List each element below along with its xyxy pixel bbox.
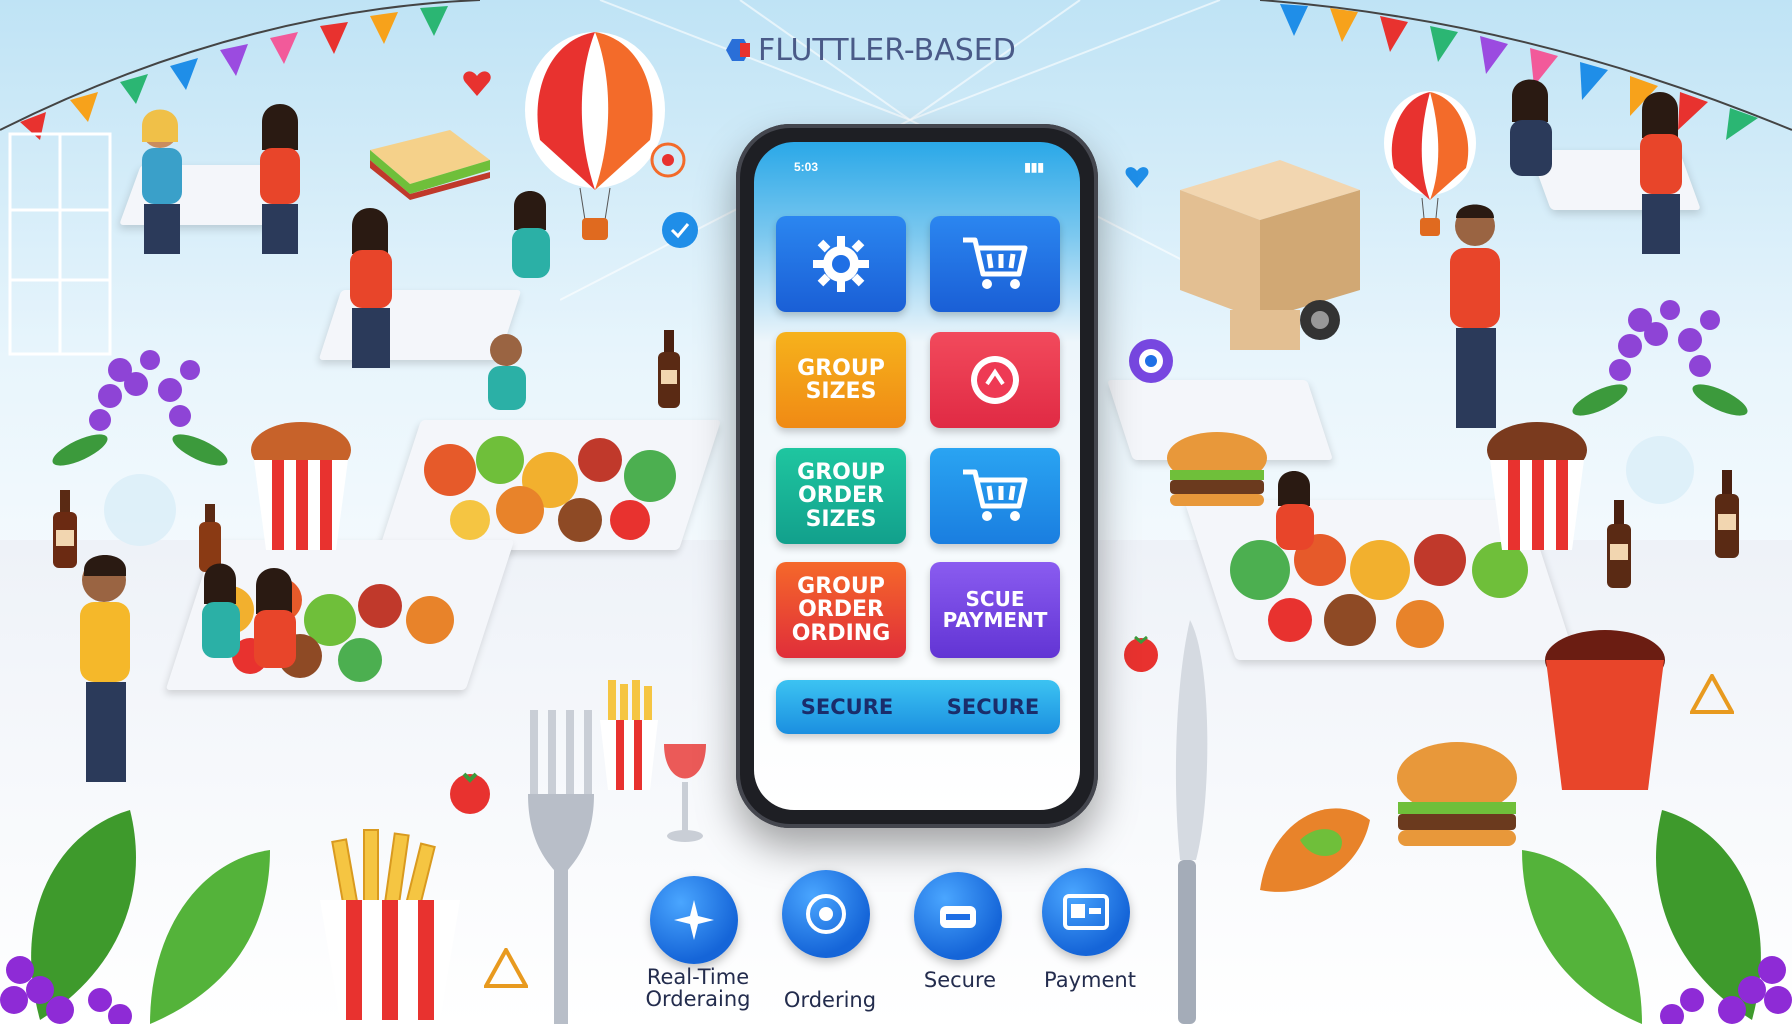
croissant — [1260, 808, 1370, 892]
feature-realtime-button[interactable] — [650, 876, 738, 964]
cart-icon — [963, 237, 1028, 289]
wine-glass — [664, 744, 706, 842]
tile-group-order-sizes[interactable]: GROUP ORDER SIZES — [776, 448, 906, 544]
status-indicators: ▮▮▮ — [1024, 160, 1044, 174]
illustration-scene: FLUTTLER-BASED 5:03 ▮▮▮ GROUP SIZES GROU… — [0, 0, 1792, 1024]
secure-button-right[interactable]: SECURE — [930, 680, 1056, 734]
food-platter-left — [424, 436, 676, 542]
tile-group-order-sizes-label: GROUP ORDER SIZES — [797, 460, 885, 532]
brand-title: FLUTTLER-BASED — [758, 32, 1016, 68]
tile-scue-payment[interactable]: SCUE PAYMENT — [930, 562, 1060, 658]
tile-group-sizes-label: GROUP SIZES — [797, 355, 885, 404]
diners-back-left — [142, 104, 300, 254]
gear-icon — [813, 236, 869, 292]
tile-group-order-ordring[interactable]: GROUP ORDER ORDING — [776, 562, 906, 658]
knife — [1175, 620, 1208, 1024]
tile-location[interactable] — [930, 332, 1060, 428]
feature-secure-button[interactable] — [914, 872, 1002, 960]
tile-group-order-ordring-label: GROUP ORDER ORDING — [791, 574, 891, 646]
target-icon — [806, 894, 846, 934]
brand-header: FLUTTLER-BASED — [722, 30, 1016, 70]
tile-settings[interactable] — [776, 216, 906, 312]
secure-button-left[interactable]: SECURE — [784, 680, 910, 734]
tile-group-sizes[interactable]: GROUP SIZES — [776, 332, 906, 428]
sandwich — [370, 130, 490, 200]
delivery-boxes — [1180, 160, 1360, 350]
flower-vase-left — [52, 350, 228, 546]
status-time: 5:03 — [794, 160, 819, 174]
location-pin-icon — [971, 356, 1019, 404]
leaves-bottom-right — [1522, 810, 1792, 1024]
tomato — [450, 772, 490, 814]
diner-right-table — [1276, 471, 1314, 550]
feature-payment-button[interactable] — [1042, 868, 1130, 956]
gear-deco-icon — [1129, 339, 1173, 383]
cart-icon — [963, 469, 1028, 521]
warning-triangle-icon — [1690, 674, 1734, 714]
bucket-left — [251, 422, 351, 550]
feature-ordering-button[interactable] — [782, 870, 870, 958]
feature-secure-label: Secure — [923, 968, 997, 992]
sauce-cup-right — [1545, 630, 1665, 790]
diners-front-left — [80, 555, 296, 782]
heart-icon — [463, 71, 491, 96]
feature-ordering-label: Ordering — [783, 988, 877, 1012]
fries-box — [320, 829, 460, 1020]
tile-scue-payment-label: SCUE PAYMENT — [942, 587, 1048, 632]
status-bar: 5:03 ▮▮▮ — [794, 160, 1044, 174]
bottle-4 — [1607, 500, 1631, 588]
window-frame — [8, 132, 112, 356]
fork — [528, 710, 594, 1024]
sparkle-icon — [674, 900, 714, 940]
heart-icon — [1125, 167, 1149, 188]
burger-mid — [1167, 432, 1267, 506]
feature-payment-label: Payment — [1044, 968, 1136, 992]
tile-cart-secondary[interactable] — [930, 448, 1060, 544]
tomato — [1124, 635, 1158, 672]
diners-mid-left — [350, 191, 550, 410]
feature-realtime-label: Real-Time Orderaing — [645, 965, 751, 1012]
card-icon — [1063, 894, 1109, 930]
chat-bubble-icon — [662, 212, 698, 248]
waiter-right — [1450, 204, 1500, 428]
tile-cart[interactable] — [930, 216, 1060, 312]
target-deco-icon — [650, 142, 686, 178]
bottle-3 — [658, 330, 680, 408]
flower-vase-right — [1572, 300, 1748, 504]
shield-icon — [940, 906, 976, 928]
warning-triangle-icon — [484, 948, 528, 988]
brand-logo-icon — [726, 39, 750, 61]
